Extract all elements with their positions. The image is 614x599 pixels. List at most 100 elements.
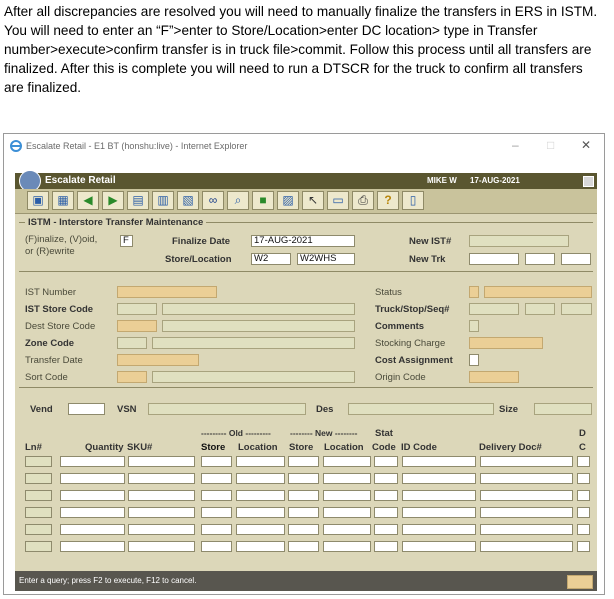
- save-query-icon[interactable]: ▣: [27, 191, 49, 210]
- cell-old-location[interactable]: [236, 490, 285, 501]
- form-icon[interactable]: ▨: [277, 191, 299, 210]
- cell-new-store[interactable]: [288, 524, 319, 535]
- cell-old-location[interactable]: [236, 473, 285, 484]
- cell-dc[interactable]: [577, 507, 590, 518]
- location-input[interactable]: W2WHS: [297, 253, 355, 265]
- cost-assignment-checkbox[interactable]: [469, 354, 479, 366]
- window-icon[interactable]: ▯: [402, 191, 424, 210]
- stocking-charge-field[interactable]: [469, 337, 543, 349]
- comments-checkbox[interactable]: [469, 320, 479, 332]
- cell-id-code[interactable]: [402, 456, 476, 467]
- search-icon[interactable]: ⌕: [227, 191, 249, 210]
- exit-icon[interactable]: ▦: [52, 191, 74, 210]
- cell-sku[interactable]: [128, 490, 195, 501]
- transfer-date-field[interactable]: [117, 354, 199, 366]
- help-icon[interactable]: ?: [377, 191, 399, 210]
- list-icon[interactable]: ▤: [127, 191, 149, 210]
- cell-new-store[interactable]: [288, 473, 319, 484]
- app-close-button[interactable]: [583, 176, 594, 187]
- cell-new-store[interactable]: [288, 490, 319, 501]
- cell-quantity[interactable]: [60, 541, 125, 552]
- cell-old-store[interactable]: [201, 507, 232, 518]
- cell-old-location[interactable]: [236, 524, 285, 535]
- cell-quantity[interactable]: [60, 507, 125, 518]
- note-icon[interactable]: ▧: [177, 191, 199, 210]
- cell-new-location[interactable]: [323, 456, 371, 467]
- cell-old-store[interactable]: [201, 490, 232, 501]
- transfer-date-label: Transfer Date: [25, 355, 83, 366]
- document-icon[interactable]: ▭: [327, 191, 349, 210]
- minimize-button[interactable]: –: [512, 138, 519, 152]
- status-desc-field[interactable]: [484, 286, 592, 298]
- cell-dc[interactable]: [577, 541, 590, 552]
- back-arrow-icon[interactable]: ◀: [77, 191, 99, 210]
- cell-new-store[interactable]: [288, 541, 319, 552]
- cell-old-store[interactable]: [201, 456, 232, 467]
- cell-id-code[interactable]: [402, 507, 476, 518]
- cell-old-store[interactable]: [201, 541, 232, 552]
- mode-input[interactable]: F: [120, 235, 133, 247]
- status-code-field[interactable]: [469, 286, 479, 298]
- cell-old-location[interactable]: [236, 541, 285, 552]
- binoculars-icon[interactable]: ∞: [202, 191, 224, 210]
- finalize-date-input[interactable]: 17-AUG-2021: [251, 235, 355, 247]
- sort-code-field[interactable]: [117, 371, 147, 383]
- cell-dc[interactable]: [577, 490, 590, 501]
- cell-quantity[interactable]: [60, 456, 125, 467]
- cell-old-store[interactable]: [201, 524, 232, 535]
- cell-new-store[interactable]: [288, 507, 319, 518]
- ist-number-field[interactable]: [117, 286, 217, 298]
- cell-delivery-doc[interactable]: [480, 456, 573, 467]
- cell-old-location[interactable]: [236, 507, 285, 518]
- cell-stat-code[interactable]: [374, 490, 398, 501]
- cell-stat-code[interactable]: [374, 456, 398, 467]
- cell-sku[interactable]: [128, 473, 195, 484]
- cell-old-location[interactable]: [236, 456, 285, 467]
- cell-id-code[interactable]: [402, 473, 476, 484]
- cell-sku[interactable]: [128, 456, 195, 467]
- new-trk-seq-field[interactable]: [561, 253, 591, 265]
- pointer-icon[interactable]: ↖: [302, 191, 324, 210]
- cell-delivery-doc[interactable]: [480, 490, 573, 501]
- cell-stat-code[interactable]: [374, 473, 398, 484]
- cell-dc[interactable]: [577, 456, 590, 467]
- cell-quantity[interactable]: [60, 490, 125, 501]
- cell-quantity[interactable]: [60, 473, 125, 484]
- new-trk-truck-field[interactable]: [469, 253, 519, 265]
- cell-delivery-doc[interactable]: [480, 507, 573, 518]
- print-icon[interactable]: ⎙: [352, 191, 374, 210]
- forward-arrow-icon[interactable]: ▶: [102, 191, 124, 210]
- cell-quantity[interactable]: [60, 524, 125, 535]
- origin-code-field[interactable]: [469, 371, 519, 383]
- cell-new-location[interactable]: [323, 473, 371, 484]
- maximize-button[interactable]: □: [547, 138, 554, 152]
- cell-new-location[interactable]: [323, 541, 371, 552]
- cell-delivery-doc[interactable]: [480, 473, 573, 484]
- cell-new-location[interactable]: [323, 490, 371, 501]
- cell-sku[interactable]: [128, 507, 195, 518]
- cell-delivery-doc[interactable]: [480, 541, 573, 552]
- cell-id-code[interactable]: [402, 524, 476, 535]
- sort-name-field: [152, 371, 355, 383]
- vend-input[interactable]: [68, 403, 105, 415]
- cell-stat-code[interactable]: [374, 524, 398, 535]
- save-icon[interactable]: ■: [252, 191, 274, 210]
- cell-stat-code[interactable]: [374, 507, 398, 518]
- cell-new-store[interactable]: [288, 456, 319, 467]
- cell-id-code[interactable]: [402, 490, 476, 501]
- cell-dc[interactable]: [577, 524, 590, 535]
- cell-sku[interactable]: [128, 524, 195, 535]
- new-trk-stop-field[interactable]: [525, 253, 555, 265]
- cell-dc[interactable]: [577, 473, 590, 484]
- edit-icon[interactable]: ▥: [152, 191, 174, 210]
- dest-store-code-field[interactable]: [117, 320, 157, 332]
- cell-new-location[interactable]: [323, 524, 371, 535]
- cell-id-code[interactable]: [402, 541, 476, 552]
- cell-sku[interactable]: [128, 541, 195, 552]
- cell-delivery-doc[interactable]: [480, 524, 573, 535]
- store-input[interactable]: W2: [251, 253, 291, 265]
- cell-stat-code[interactable]: [374, 541, 398, 552]
- cell-old-store[interactable]: [201, 473, 232, 484]
- cell-new-location[interactable]: [323, 507, 371, 518]
- close-button[interactable]: ✕: [581, 138, 591, 152]
